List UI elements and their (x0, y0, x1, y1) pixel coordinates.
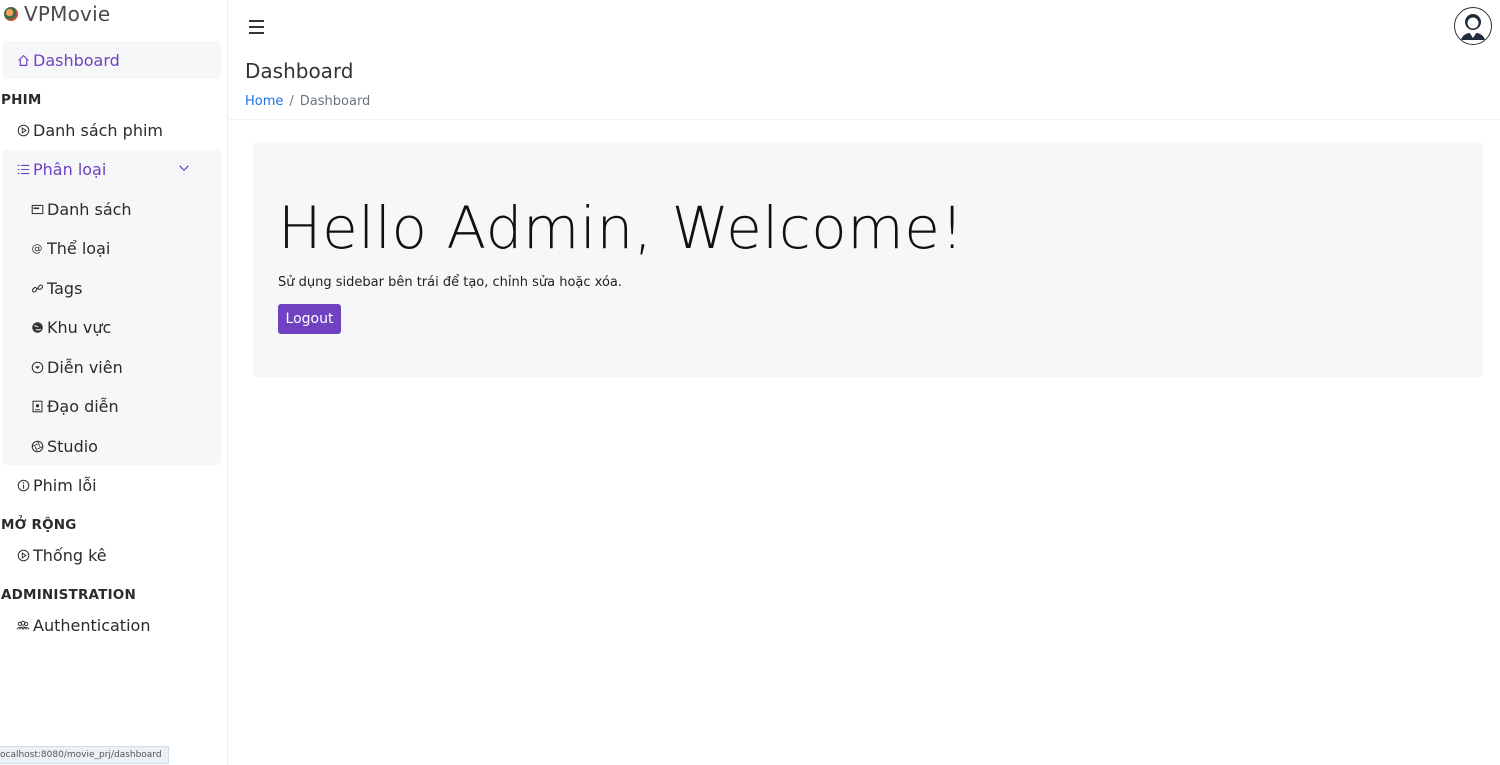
page-header: Dashboard Home / Dashboard (229, 56, 1500, 120)
main-content: Hello Admin, Welcome! Sử dụng sidebar bê… (229, 121, 1500, 765)
sidebar-item-tags[interactable]: Tags (2, 269, 221, 307)
section-title-phim: PHIM (1, 92, 42, 108)
sidebar-item-khu-vuc[interactable]: Khu vực (2, 308, 221, 346)
sidebar-item-label: Phân loại (33, 159, 107, 179)
sidebar-item-label: Studio (47, 436, 98, 456)
breadcrumb: Home / Dashboard (245, 94, 370, 109)
sidebar-item-label: Danh sách (47, 199, 132, 219)
card-icon (30, 202, 44, 216)
avatar-portrait-icon (1461, 14, 1485, 40)
welcome-description: Sử dụng sidebar bên trái để tạo, chỉnh s… (278, 275, 623, 290)
breadcrumb-separator: / (289, 94, 294, 109)
sidebar: VPMovie Dashboard PHIM Danh sách phim Ph… (0, 0, 228, 765)
sidebar-item-the-loai[interactable]: @ Thể loại (2, 229, 221, 267)
logout-button[interactable]: Logout (278, 304, 341, 334)
section-title-administration: ADMINISTRATION (1, 587, 136, 603)
info-circle-icon (16, 478, 30, 492)
welcome-heading: Hello Admin, Welcome! (278, 194, 965, 262)
home-icon (16, 53, 30, 67)
breadcrumb-current: Dashboard (299, 94, 371, 109)
sidebar-item-danh-sach-phim[interactable]: Danh sách phim (2, 111, 221, 149)
brand-logo-icon (4, 7, 18, 21)
sidebar-item-label: Thống kê (33, 545, 107, 565)
sidebar-item-dashboard[interactable]: Dashboard (2, 41, 221, 79)
sidebar-item-label: Danh sách phim (33, 120, 163, 140)
chevron-down-icon[interactable] (177, 161, 191, 175)
sidebar-item-studio[interactable]: Studio (2, 427, 221, 465)
sidebar-item-label: Diễn viên (47, 357, 123, 377)
status-bar-url: ocalhost:8080/movie_prj/dashboard (0, 746, 169, 764)
page-title: Dashboard (245, 59, 354, 83)
play-circle-icon (16, 548, 30, 562)
aperture-icon (30, 439, 44, 453)
brand[interactable]: VPMovie (4, 0, 110, 28)
breadcrumb-home-link[interactable]: Home (245, 94, 283, 109)
brand-name: VPMovie (24, 2, 111, 26)
sidebar-item-phim-loi[interactable]: Phim lỗi (2, 466, 221, 504)
users-icon (16, 618, 30, 632)
at-icon: @ (31, 241, 43, 255)
sidebar-item-authentication[interactable]: Authentication (2, 606, 221, 644)
sidebar-item-danh-sach[interactable]: Danh sách (2, 190, 221, 228)
sidebar-item-thong-ke[interactable]: Thống kê (2, 536, 221, 574)
sidebar-item-label: Phim lỗi (33, 475, 97, 495)
sidebar-item-dien-vien[interactable]: Diễn viên (2, 348, 221, 386)
link-icon (30, 281, 44, 295)
sidebar-item-label: Dashboard (33, 50, 120, 70)
welcome-panel: Hello Admin, Welcome! Sử dụng sidebar bê… (253, 142, 1483, 377)
sidebar-item-label: Khu vực (47, 317, 112, 337)
sidebar-item-phan-loai[interactable]: Phân loại (2, 150, 221, 188)
section-title-mo-rong: MỞ RỘNG (1, 517, 77, 533)
topbar (229, 0, 1500, 56)
hamburger-menu-icon[interactable] (249, 20, 264, 34)
sidebar-item-label: Đạo diễn (47, 396, 119, 416)
app: VPMovie Dashboard PHIM Danh sách phim Ph… (0, 0, 1500, 765)
sidebar-item-label: Authentication (33, 615, 151, 635)
chevron-circle-down-icon (30, 360, 44, 374)
id-badge-icon (30, 399, 44, 413)
sidebar-item-label: Tags (47, 278, 83, 298)
play-circle-icon (16, 123, 30, 137)
user-avatar[interactable] (1454, 7, 1492, 45)
globe-icon (30, 320, 44, 334)
sidebar-item-label: Thể loại (47, 238, 111, 258)
sidebar-item-dao-dien[interactable]: Đạo diễn (2, 387, 221, 425)
list-icon (16, 162, 30, 176)
